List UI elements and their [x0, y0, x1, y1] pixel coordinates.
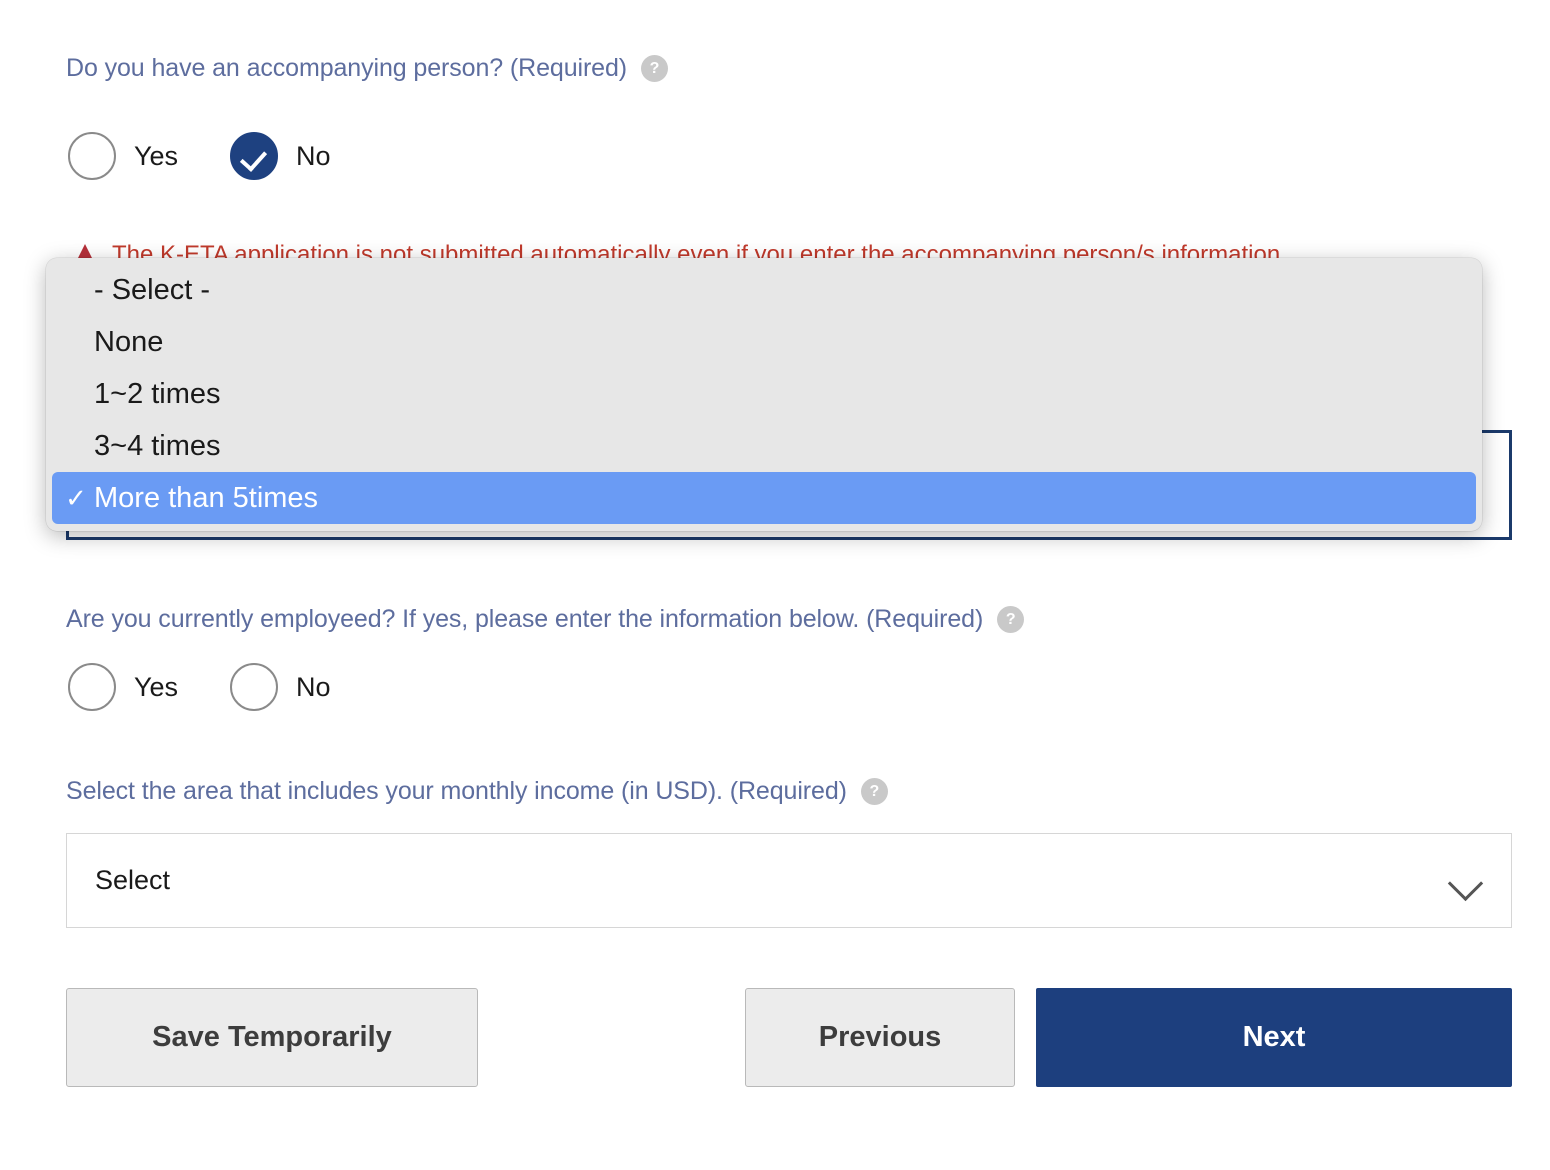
dropdown-option-label: 1~2 times	[94, 377, 221, 410]
question-mark-icon[interactable]: ?	[997, 606, 1025, 633]
dropdown-option-label: None	[94, 325, 164, 358]
dropdown-option-selected[interactable]: ✓ More than 5times	[52, 472, 1476, 524]
previous-label: Previous	[818, 1021, 942, 1053]
previous-button[interactable]: Previous	[745, 988, 1015, 1087]
monthly-income-select-value: Select	[95, 865, 171, 895]
checkmark-icon: ✓	[65, 482, 87, 513]
radio-option-yes[interactable]: Yes	[68, 663, 178, 711]
dropdown-option[interactable]: 1~2 times	[52, 368, 1476, 420]
monthly-income-select[interactable]: Select	[66, 833, 1512, 928]
next-label: Next	[1242, 1021, 1306, 1053]
dropdown-check-icon	[58, 431, 94, 462]
visit-frequency-dropdown-list[interactable]: - Select - None 1~2 times 3~4 times ✓ Mo…	[46, 258, 1482, 531]
radio-option-yes[interactable]: Yes	[68, 132, 178, 180]
question-text: Are you currently employeed? If yes, ple…	[66, 605, 984, 633]
dropdown-check-icon	[58, 379, 94, 410]
radio-circle-yes[interactable]	[68, 663, 116, 711]
accompanying-person-question-label: Do you have an accompanying person? (Req…	[66, 54, 669, 83]
save-temporarily-button[interactable]: Save Temporarily	[66, 988, 478, 1087]
save-temporarily-label: Save Temporarily	[152, 1021, 392, 1053]
radio-label-yes: Yes	[134, 671, 179, 702]
radio-label-no: No	[296, 140, 331, 171]
radio-label-yes: Yes	[134, 140, 179, 171]
dropdown-check-icon	[58, 275, 94, 306]
radio-option-no[interactable]: No	[230, 132, 331, 180]
accompanying-person-radio-group: Yes No	[68, 132, 331, 180]
dropdown-check-icon	[58, 327, 94, 358]
employment-question-label: Are you currently employeed? If yes, ple…	[66, 605, 1025, 634]
question-text: Do you have an accompanying person? (Req…	[66, 54, 628, 82]
question-mark-icon[interactable]: ?	[641, 55, 669, 82]
employment-radio-group: Yes No	[68, 663, 331, 711]
dropdown-option[interactable]: - Select -	[52, 264, 1476, 316]
form-page: Do you have an accompanying person? (Req…	[0, 0, 1550, 1170]
dropdown-option-label: More than 5times	[94, 481, 319, 514]
question-mark-icon[interactable]: ?	[860, 778, 888, 805]
next-button[interactable]: Next	[1036, 988, 1512, 1087]
radio-circle-no[interactable]	[230, 663, 279, 711]
radio-circle-no[interactable]	[230, 132, 279, 180]
monthly-income-question-label: Select the area that includes your month…	[66, 777, 888, 806]
radio-label-no: No	[296, 671, 331, 702]
chevron-down-icon[interactable]	[1449, 871, 1483, 891]
dropdown-option[interactable]: None	[52, 316, 1476, 368]
dropdown-option[interactable]: 3~4 times	[52, 420, 1476, 472]
radio-circle-yes[interactable]	[68, 132, 116, 180]
dropdown-option-label: - Select -	[94, 273, 211, 306]
question-text: Select the area that includes your month…	[66, 777, 847, 805]
dropdown-option-label: 3~4 times	[94, 429, 221, 462]
radio-option-no[interactable]: No	[230, 663, 331, 711]
